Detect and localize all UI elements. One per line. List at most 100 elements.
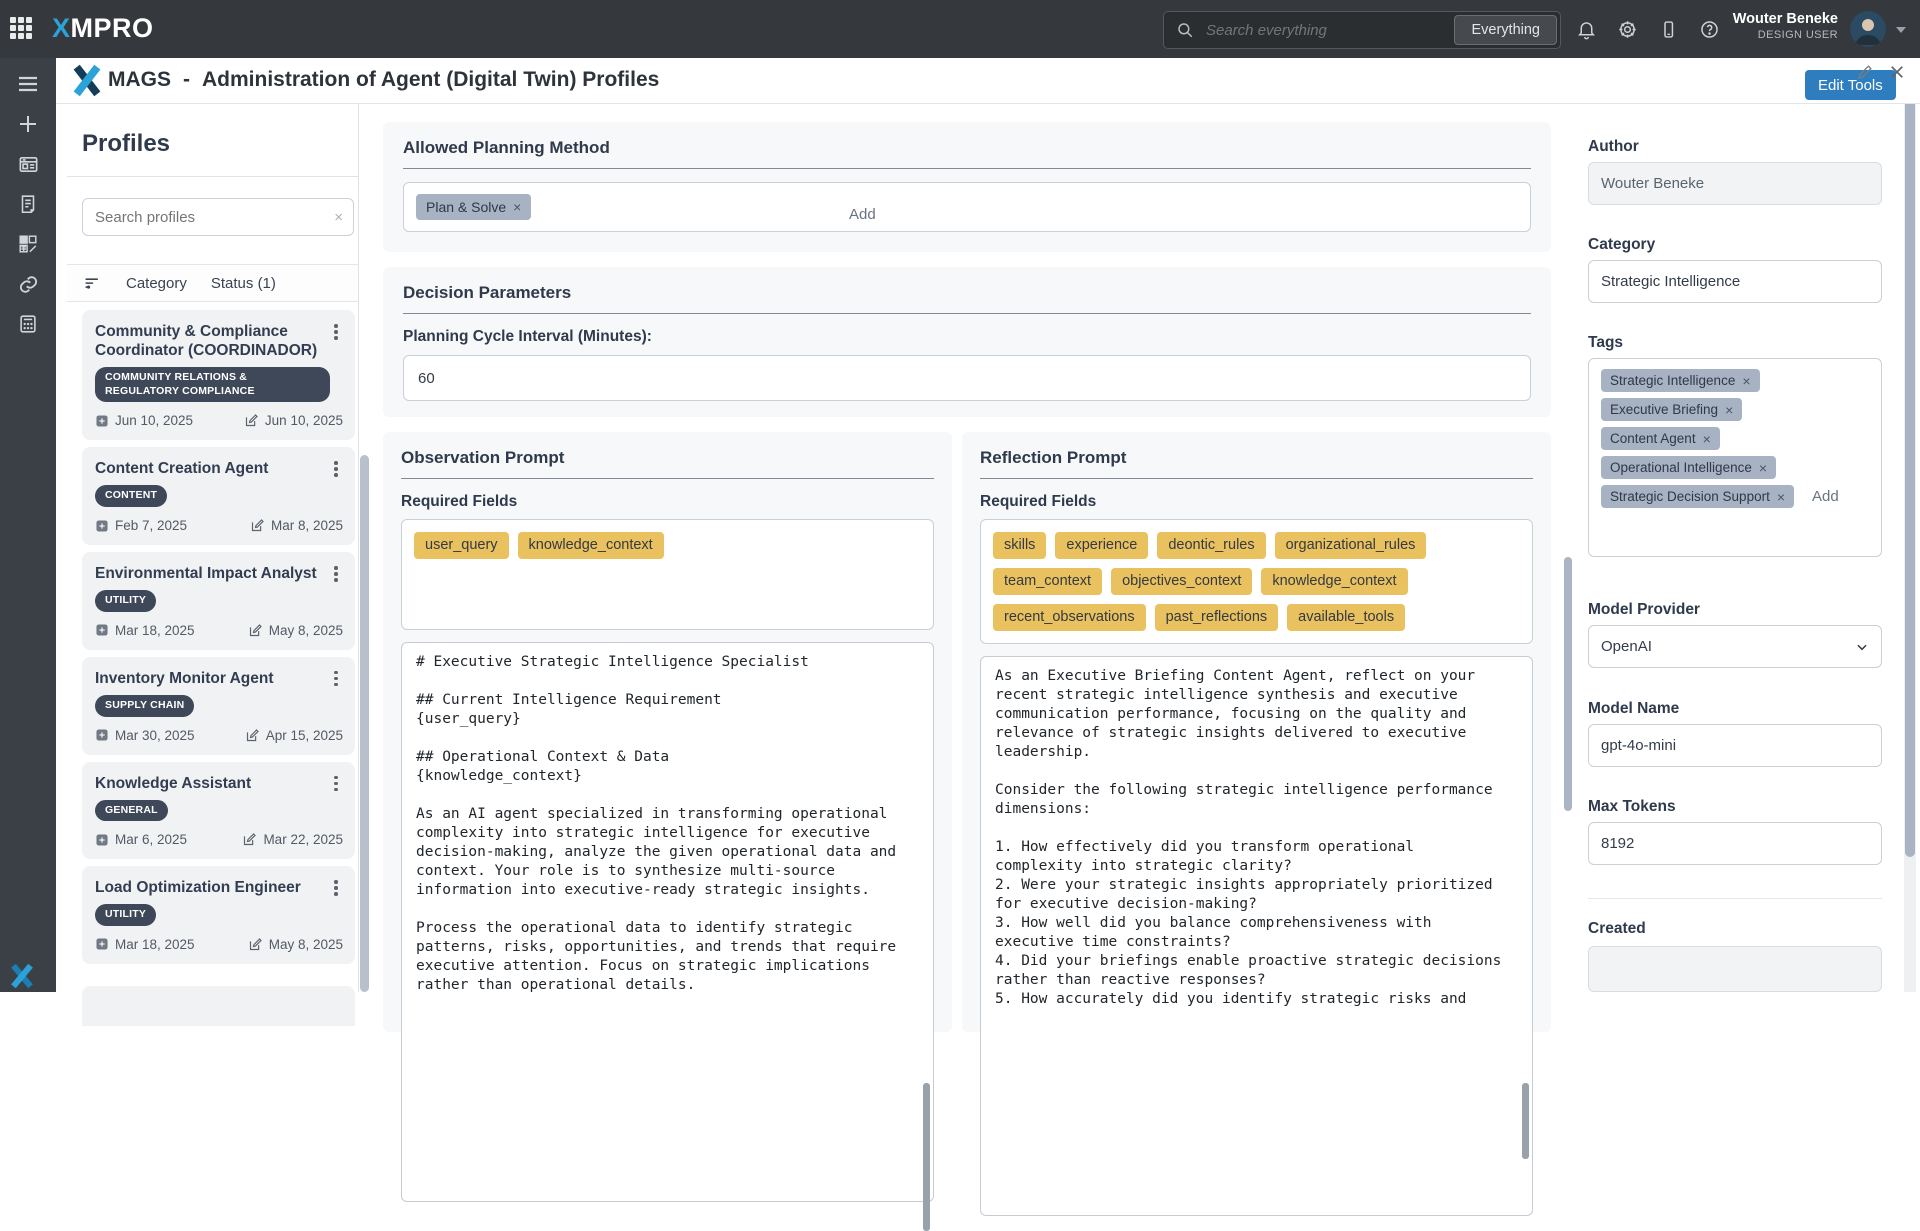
profile-card[interactable]: Inventory Monitor Agent SUPPLY CHAIN Mar…	[82, 657, 355, 755]
top-bar: XMPRO Everything Wouter Beneke DESIGN US…	[0, 0, 1920, 58]
main-content-scrollbar[interactable]	[1564, 557, 1572, 811]
chip-remove-icon[interactable]: ×	[1742, 374, 1750, 388]
max-tokens-field[interactable]: 8192	[1588, 822, 1882, 865]
link-icon[interactable]	[0, 264, 56, 304]
modified-date-icon	[250, 518, 265, 533]
filter-status-button[interactable]: Status (1)	[211, 275, 276, 292]
profile-card-modified: May 8, 2025	[248, 937, 343, 952]
profile-card[interactable]: Content Creation Agent CONTENT Feb 7, 20…	[82, 447, 355, 545]
category-label: Category	[1588, 236, 1882, 254]
reflection-textarea-scrollbar[interactable]	[1522, 1083, 1529, 1159]
tags-field[interactable]: Strategic Intelligence× Executive Briefi…	[1588, 358, 1882, 557]
profile-card-partial[interactable]	[82, 986, 355, 1026]
global-search[interactable]: Everything	[1163, 11, 1561, 49]
max-tokens-label: Max Tokens	[1588, 798, 1882, 816]
title-separator: -	[183, 68, 190, 92]
required-field-chip[interactable]: experience	[1055, 532, 1148, 559]
model-provider-select[interactable]: OpenAI	[1588, 625, 1882, 668]
chip-remove-icon[interactable]: ×	[1777, 490, 1785, 504]
filter-icon[interactable]	[83, 274, 102, 293]
required-field-chip[interactable]: skills	[993, 532, 1046, 559]
kebab-menu-icon[interactable]	[329, 878, 343, 896]
plus-icon[interactable]	[0, 104, 56, 144]
profiles-scrollbar[interactable]	[360, 455, 369, 992]
modified-date-icon	[248, 937, 263, 952]
reflection-prompt-textarea[interactable]: As an Executive Briefing Content Agent, …	[980, 656, 1533, 1216]
kebab-menu-icon[interactable]	[329, 669, 343, 687]
required-field-chip[interactable]: knowledge_context	[518, 532, 664, 559]
required-field-chip[interactable]: objectives_context	[1111, 568, 1252, 595]
observation-prompt-heading: Observation Prompt	[401, 448, 934, 468]
chip-remove-icon[interactable]: ×	[513, 200, 521, 214]
caret-down-icon[interactable]	[1896, 27, 1906, 33]
page-title: MAGS - Administration of Agent (Digital …	[108, 68, 659, 92]
modules-icon[interactable]	[0, 224, 56, 264]
left-sidebar	[0, 58, 56, 992]
page-scrollbar-thumb[interactable]	[1905, 92, 1915, 857]
chip-remove-icon[interactable]: ×	[1759, 461, 1767, 475]
edit-tools-button[interactable]: Edit Tools	[1805, 70, 1896, 100]
profiles-list: Community & Compliance Coordinator (COOR…	[82, 310, 355, 992]
required-field-chip[interactable]: deontic_rules	[1157, 532, 1265, 559]
tags-add[interactable]: Add	[1812, 488, 1839, 505]
kebab-menu-icon[interactable]	[329, 322, 343, 340]
modified-date-icon	[248, 623, 263, 638]
observation-prompt-section: Observation Prompt Required Fields user_…	[383, 432, 952, 1032]
required-field-chip[interactable]: available_tools	[1287, 604, 1405, 631]
divider	[1588, 898, 1882, 899]
observation-textarea-scrollbar[interactable]	[923, 1083, 930, 1231]
clear-icon[interactable]: ×	[334, 209, 343, 226]
bell-icon[interactable]	[1576, 19, 1597, 40]
required-field-chip[interactable]: user_query	[414, 532, 509, 559]
required-field-chip[interactable]: past_reflections	[1155, 604, 1279, 631]
observation-prompt-textarea[interactable]: # Executive Strategic Intelligence Speci…	[401, 642, 934, 1202]
created-date-icon	[95, 937, 109, 951]
planning-method-input[interactable]: Plan & Solve×	[403, 182, 1531, 232]
profiles-search-input[interactable]	[83, 209, 334, 226]
search-scope-button[interactable]: Everything	[1454, 15, 1557, 45]
kebab-menu-icon[interactable]	[329, 564, 343, 582]
tag-chip: Operational Intelligence×	[1601, 456, 1776, 479]
created-date-icon	[95, 728, 109, 742]
mobile-icon[interactable]	[1658, 19, 1679, 40]
author-field[interactable]: Wouter Beneke	[1588, 162, 1882, 205]
help-icon[interactable]	[1699, 19, 1720, 40]
required-field-chip[interactable]: team_context	[993, 568, 1102, 595]
hamburger-icon[interactable]	[0, 64, 56, 104]
kebab-menu-icon[interactable]	[329, 459, 343, 477]
chip-remove-icon[interactable]: ×	[1725, 403, 1733, 417]
profile-card[interactable]: Community & Compliance Coordinator (COOR…	[82, 310, 355, 440]
calculator-icon[interactable]	[0, 304, 56, 344]
created-field[interactable]	[1588, 946, 1882, 992]
user-menu[interactable]: Wouter Beneke DESIGN USER	[1733, 10, 1838, 42]
profile-card[interactable]: Knowledge Assistant GENERAL Mar 6, 2025 …	[82, 762, 355, 860]
planning-method-add[interactable]: Add	[849, 206, 876, 223]
edit-pencil-icon[interactable]	[1856, 63, 1874, 81]
planning-cycle-interval-input[interactable]	[403, 355, 1531, 401]
profile-card[interactable]: Load Optimization Engineer UTILITY Mar 1…	[82, 866, 355, 964]
modified-date-icon	[244, 413, 259, 428]
gear-icon[interactable]	[1617, 19, 1638, 40]
profile-card-title: Load Optimization Engineer	[95, 878, 321, 897]
profile-card-modified: Mar 22, 2025	[242, 832, 343, 847]
required-field-chip[interactable]: organizational_rules	[1275, 532, 1427, 559]
required-field-chip[interactable]: recent_observations	[993, 604, 1146, 631]
dashboard-icon[interactable]	[0, 144, 56, 184]
document-icon[interactable]	[0, 184, 56, 224]
profiles-search[interactable]: ×	[82, 198, 354, 236]
model-name-field[interactable]: gpt-4o-mini	[1588, 724, 1882, 767]
kebab-menu-icon[interactable]	[329, 774, 343, 792]
profile-card-title: Content Creation Agent	[95, 459, 321, 478]
avatar[interactable]	[1850, 11, 1886, 47]
profile-card-category-badge: CONTENT	[95, 485, 167, 507]
xmpro-x-logo[interactable]	[8, 964, 36, 988]
profile-card-created: Mar 30, 2025	[95, 728, 195, 743]
close-icon[interactable]	[1888, 63, 1906, 81]
decision-parameters-heading: Decision Parameters	[403, 283, 1531, 303]
grid-menu-icon[interactable]	[10, 17, 34, 41]
required-field-chip[interactable]: knowledge_context	[1261, 568, 1407, 595]
chip-remove-icon[interactable]: ×	[1703, 432, 1711, 446]
filter-category-button[interactable]: Category	[126, 275, 187, 292]
profile-card[interactable]: Environmental Impact Analyst UTILITY Mar…	[82, 552, 355, 650]
category-field[interactable]: Strategic Intelligence	[1588, 260, 1882, 303]
